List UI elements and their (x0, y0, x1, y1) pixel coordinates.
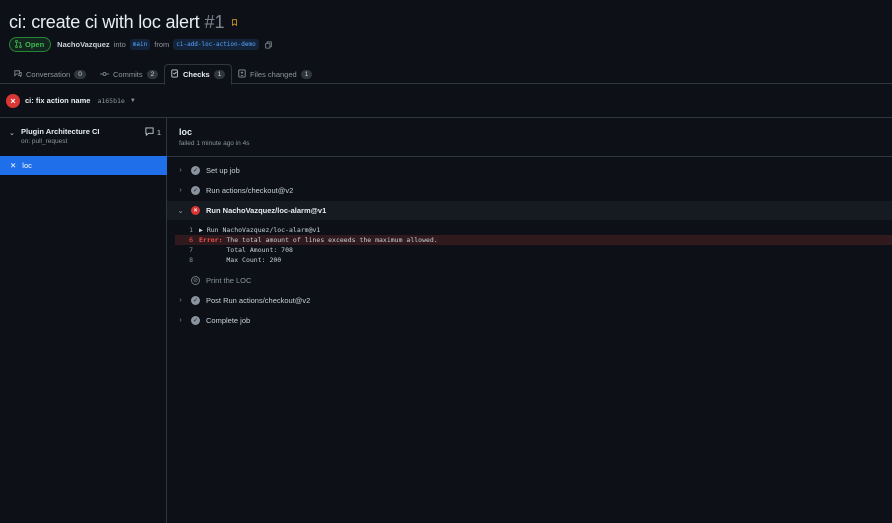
conversation-icon (14, 69, 22, 80)
tab-label: Conversation (26, 70, 71, 79)
pr-meta: Open NachoVazquez into main from ci-add-… (9, 37, 272, 52)
pr-title-row: ci: create ci with loc alert #1 (9, 10, 238, 34)
log-line: 1 ▶ Run NachoVazquez/loc-alarm@v1 (175, 225, 892, 235)
job-label: loc (22, 161, 32, 170)
tab-count: 0 (74, 70, 86, 79)
chevron-right-icon: › (179, 167, 182, 174)
check-circle-icon: ✓ (191, 166, 200, 175)
comment-count: 1 (156, 128, 161, 137)
base-branch[interactable]: main (129, 39, 151, 50)
line-number: 8 (189, 256, 193, 264)
tab-count: 2 (146, 70, 159, 79)
commit-sha: a165b1e (97, 96, 125, 105)
checks-sidebar: ⌄ Plugin Architecture CI on: pull_reques… (0, 118, 167, 523)
step-row-expanded[interactable]: ⌄ × Run NachoVazquez/loc-alarm@v1 (167, 201, 892, 220)
tab-conversation[interactable]: Conversation 0 (8, 64, 92, 85)
x-icon: ✕ (10, 161, 17, 170)
chevron-right-icon: › (179, 297, 182, 304)
job-name: loc (179, 127, 193, 137)
step-row[interactable]: › ✓ Run actions/checkout@v2 (176, 181, 892, 200)
head-branch[interactable]: ci-add-loc-action-demo (173, 39, 259, 50)
log-line: 7 Total Amount: 708 (175, 245, 892, 255)
log-text: Max Count: 200 (199, 256, 282, 264)
tab-label: Checks (183, 70, 210, 79)
tab-files-changed[interactable]: Files changed 1 (232, 64, 318, 85)
check-circle-icon: ✓ (191, 296, 200, 305)
x-circle-icon: × (191, 206, 200, 215)
workflow-trigger: on: pull_request (21, 138, 68, 145)
skipped-icon: ⊘ (191, 276, 200, 285)
step-name: Run NachoVazquez/loc-alarm@v1 (206, 206, 327, 215)
chevron-down-icon[interactable]: ⌄ (9, 129, 15, 137)
step-name: Complete job (206, 316, 251, 325)
job-header: loc failed 1 minute ago in 4s (179, 127, 249, 147)
job-status: failed 1 minute ago in 4s (179, 140, 250, 147)
comments-button[interactable]: 1 (145, 127, 161, 138)
step-name: Print the LOC (206, 276, 252, 285)
tab-label: Files changed (250, 70, 297, 79)
comment-icon (145, 127, 154, 138)
workflow-name: Plugin Architecture CI (21, 127, 100, 136)
chevron-right-icon: › (179, 317, 182, 324)
log-line: 8 Max Count: 200 (175, 255, 892, 265)
check-circle-icon: ✓ (191, 186, 200, 195)
pr-number: #1 (204, 11, 225, 32)
error-label: Error: (199, 236, 223, 244)
log-line-error: 6 Error: The total amount of lines excee… (175, 235, 892, 245)
step-row[interactable]: › ✓ Complete job (176, 311, 892, 330)
divider (167, 156, 892, 157)
commit-icon (100, 70, 109, 80)
tab-checks[interactable]: Checks 1 (164, 64, 233, 85)
tab-count: 1 (213, 70, 226, 79)
commit-message: ci: fix action name (25, 96, 91, 105)
log-text: The total amount of lines exceeds the ma… (222, 236, 438, 244)
from-text: from (154, 40, 170, 49)
chevron-down-icon: ▼ (129, 97, 136, 104)
log-text: ▶ Run NachoVazquez/loc-alarm@v1 (199, 226, 321, 234)
line-number: 7 (189, 246, 193, 254)
step-name: Post Run actions/checkout@v2 (206, 296, 311, 305)
tab-commits[interactable]: Commits 2 (94, 64, 164, 85)
tab-count: 1 (300, 70, 313, 79)
status-badge: Open (9, 37, 52, 52)
job-log-panel: loc failed 1 minute ago in 4s › ✓ Set up… (167, 118, 892, 523)
step-row[interactable]: › ⊘ Print the LOC (176, 271, 892, 290)
x-circle-icon: × (6, 93, 20, 108)
edit-title-icon[interactable] (231, 18, 238, 26)
pr-title: ci: create ci with loc alert (9, 11, 200, 32)
chevron-right-icon: › (179, 187, 182, 194)
copy-icon[interactable] (265, 40, 272, 49)
line-number: 6 (189, 236, 193, 244)
checklist-icon (171, 69, 179, 80)
step-row[interactable]: › ✓ Post Run actions/checkout@v2 (176, 291, 892, 310)
tab-label: Commits (113, 70, 143, 79)
commit-selector[interactable]: × ci: fix action name a165b1e ▼ (0, 84, 892, 118)
sidebar-job-loc[interactable]: ✕ loc (0, 156, 167, 175)
status-badge-label: Open (25, 40, 45, 49)
line-number: 1 (189, 226, 193, 234)
step-row[interactable]: › ✓ Set up job (176, 161, 892, 180)
step-name: Run actions/checkout@v2 (206, 186, 294, 195)
pr-tabs: Conversation 0 Commits 2 Checks 1 Files … (0, 64, 892, 85)
pr-author[interactable]: NachoVazquez (57, 40, 110, 49)
into-text: into (113, 40, 126, 49)
pull-request-icon (15, 39, 22, 50)
log-text: Total Amount: 708 (199, 246, 293, 254)
chevron-down-icon: ⌄ (177, 207, 184, 215)
step-name: Set up job (206, 166, 240, 175)
check-circle-icon: ✓ (191, 316, 200, 325)
file-diff-icon (238, 69, 246, 80)
